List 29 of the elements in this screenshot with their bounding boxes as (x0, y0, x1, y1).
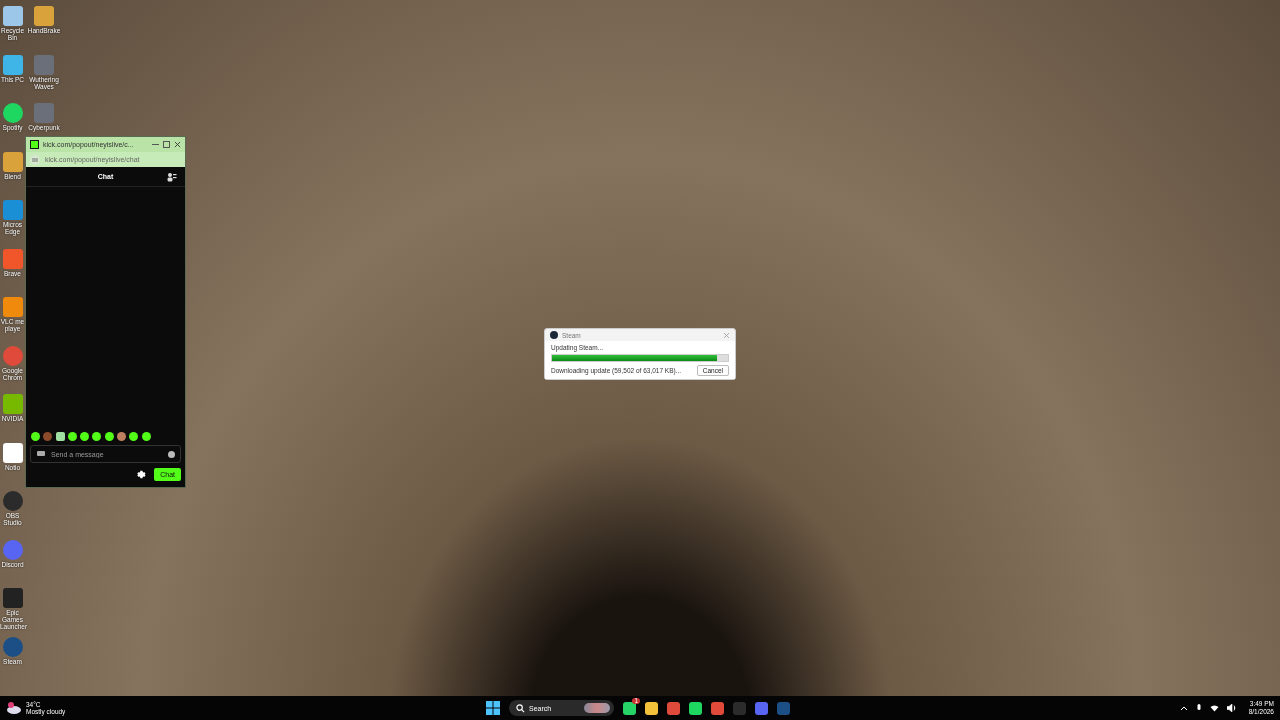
search-icon (516, 703, 525, 713)
chevron-up-icon[interactable] (1179, 705, 1188, 711)
speaker-icon[interactable] (1226, 704, 1237, 712)
emoji-icon[interactable] (168, 451, 175, 458)
microphone-icon[interactable] (1195, 703, 1202, 713)
taskbar-app-icon[interactable] (711, 701, 724, 715)
users-icon[interactable] (167, 171, 177, 182)
cloud-icon (6, 702, 22, 714)
app-icon (33, 102, 55, 124)
taskbar-app-icon[interactable] (645, 701, 658, 715)
app-icon (1, 393, 24, 415)
app-icon (1, 296, 24, 318)
message-icon (37, 451, 45, 458)
app-icon (1, 199, 24, 221)
wifi-icon[interactable] (1209, 704, 1219, 712)
steam-logo-icon (550, 331, 558, 339)
taskbar-app-icon[interactable] (667, 701, 680, 715)
maximize-icon[interactable] (163, 141, 170, 148)
minimize-icon[interactable] (152, 141, 159, 148)
app-icon (33, 53, 55, 76)
settings-icon[interactable] (135, 469, 147, 480)
search-highlight-image (584, 703, 610, 713)
app-icon (1, 5, 24, 27)
start-icon[interactable] (486, 701, 500, 715)
site-logo-icon (30, 140, 39, 149)
app-icon (1, 587, 24, 609)
app-icon (33, 5, 55, 27)
close-icon[interactable] (174, 141, 181, 148)
taskbar-app-icon[interactable] (689, 701, 702, 715)
